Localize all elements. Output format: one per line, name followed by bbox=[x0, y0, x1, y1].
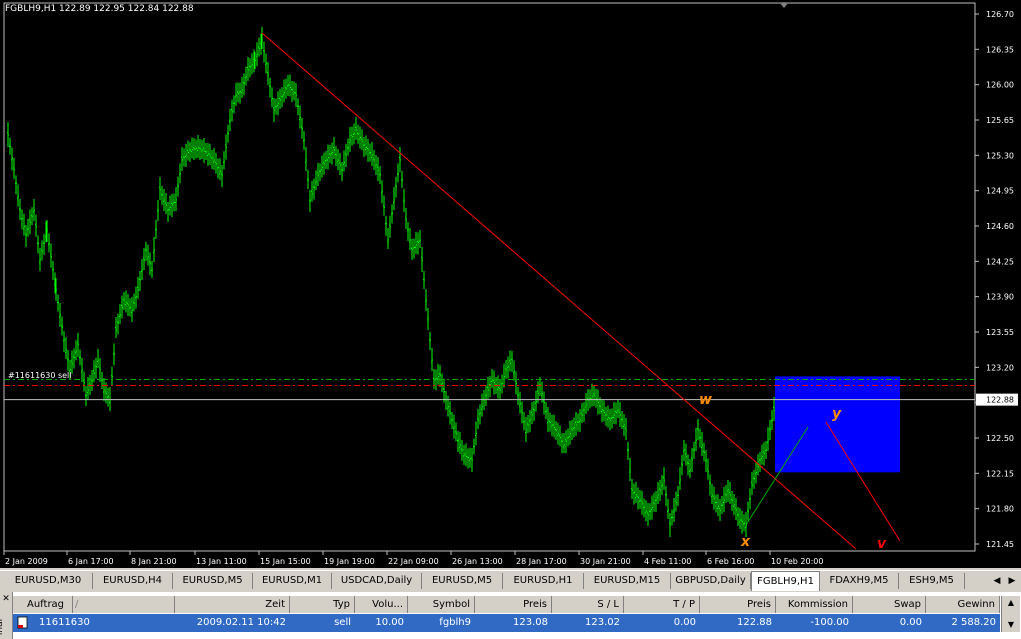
terminal-panel: ✕ inal Auftrag / Zeit Typ Volu... Symbol Preis… bbox=[0, 592, 1021, 639]
order-stop-loss: 123.02 bbox=[585, 617, 620, 628]
order-symbol: fgblh9 bbox=[439, 617, 471, 628]
time-tick-label: 19 Jan 19:00 bbox=[324, 557, 375, 566]
table-row[interactable]: 11611630 2009.02.11 10:42 sell 10.00 fgb… bbox=[13, 614, 1000, 632]
scroll-down-icon[interactable]: ▼ bbox=[1002, 618, 1020, 632]
order-label: #11611630 sell bbox=[8, 371, 72, 380]
order-take-profit: 0.00 bbox=[673, 617, 696, 628]
time-tick-label: 10 Feb 20:00 bbox=[771, 557, 823, 566]
wave-label: x bbox=[740, 534, 751, 550]
time-tick-label: 6 Jan 17:00 bbox=[68, 557, 114, 566]
order-swap: 0.00 bbox=[899, 617, 922, 628]
shift-marker-icon bbox=[780, 3, 788, 8]
trade-table-header: Auftrag / Zeit Typ Volu... Symbol Preis S / LT … bbox=[13, 596, 1000, 613]
order-icon bbox=[13, 614, 33, 632]
tab-eurusd-h4[interactable]: EURUSD,H4 bbox=[93, 573, 173, 589]
tab-fgblh9-h1[interactable]: FGBLH9,H1 bbox=[751, 571, 820, 591]
tab-eurusd-h1[interactable]: EURUSD,H1 bbox=[503, 573, 584, 589]
sell-zone-rect bbox=[775, 376, 900, 473]
order-open-price: 123.08 bbox=[513, 617, 548, 628]
tab-eurusd-m5[interactable]: EURUSD,M5 bbox=[422, 573, 503, 589]
tab-eurusd-m1[interactable]: EURUSD,M1 bbox=[253, 573, 332, 589]
price-tick-label: 122.15 bbox=[986, 469, 1014, 478]
price-tick-label: 124.25 bbox=[986, 257, 1014, 266]
column-header-5[interactable]: Symbol bbox=[408, 596, 475, 613]
terminal-scrollbar[interactable]: ▲ ▼ bbox=[1001, 596, 1020, 632]
price-tick-label: 123.20 bbox=[986, 363, 1014, 372]
order-commission: -100.00 bbox=[810, 617, 849, 628]
order-profit: 2 588.20 bbox=[951, 617, 996, 628]
tab-eurusd-m30[interactable]: EURUSD,M30 bbox=[4, 573, 93, 589]
column-header-10[interactable]: Kommission bbox=[776, 596, 853, 613]
column-header-11[interactable]: Swap bbox=[853, 596, 926, 613]
price-tick-label: 123.55 bbox=[986, 328, 1014, 337]
chart-symbol-header: FGBLH9,H1 122.89 122.95 122.84 122.88 bbox=[5, 4, 194, 14]
price-tick-label: 126.35 bbox=[986, 45, 1014, 54]
order-time: 2009.02.11 10:42 bbox=[196, 617, 286, 628]
price-tick-label: 126.00 bbox=[986, 81, 1014, 90]
wave-label: y bbox=[832, 406, 842, 422]
chart-tabs-bar: EURUSD,M30 EURUSD,H4 EURUSD,M5 EURUSD,M1 USD… bbox=[0, 570, 1021, 591]
time-tick-label: 30 Jan 21:00 bbox=[580, 557, 631, 566]
price-tick-label: 121.45 bbox=[986, 540, 1014, 549]
price-tick-label: 122.50 bbox=[986, 434, 1014, 443]
tab-gbpusd-daily[interactable]: GBPUSD,Daily bbox=[671, 573, 751, 589]
scroll-up-icon[interactable]: ▲ bbox=[1002, 596, 1020, 610]
column-header-4[interactable]: Volu... bbox=[355, 596, 408, 613]
column-header-0[interactable]: Auftrag bbox=[13, 596, 73, 613]
tabs-scroll-right-icon[interactable]: ▶ bbox=[1005, 573, 1019, 589]
column-header-9[interactable]: Preis bbox=[700, 596, 776, 613]
order-id: 11611630 bbox=[39, 617, 90, 628]
time-tick-label: 28 Jan 17:00 bbox=[516, 557, 567, 566]
price-tick-label: 121.80 bbox=[986, 505, 1014, 514]
time-tick-label: 13 Jan 11:00 bbox=[196, 557, 247, 566]
column-header-3[interactable]: Typ bbox=[290, 596, 355, 613]
price-tick-label: 126.70 bbox=[986, 10, 1014, 19]
time-tick-label: 2 Jan 2009 bbox=[5, 557, 48, 566]
column-header-7[interactable]: S / L bbox=[552, 596, 624, 613]
time-tick-label: 26 Jan 13:00 bbox=[452, 557, 503, 566]
order-type: sell bbox=[334, 617, 351, 628]
current-price-label: 122.88 bbox=[986, 396, 1014, 405]
price-tick-label: 124.95 bbox=[986, 187, 1014, 196]
tab-eurusd-m5[interactable]: EURUSD,M5 bbox=[173, 573, 253, 589]
time-tick-label: 15 Jan 15:00 bbox=[260, 557, 311, 566]
order-volume: 10.00 bbox=[375, 617, 404, 628]
column-header-12[interactable]: Gewinn bbox=[926, 596, 1000, 613]
price-tick-label: 125.30 bbox=[986, 151, 1014, 160]
column-header-6[interactable]: Preis bbox=[475, 596, 552, 613]
column-header-2[interactable]: Zeit bbox=[175, 596, 290, 613]
time-tick-label: 22 Jan 09:00 bbox=[388, 557, 439, 566]
order-current-price: 122.88 bbox=[737, 617, 772, 628]
wave-label: v bbox=[877, 536, 887, 552]
close-icon[interactable]: ✕ bbox=[1, 594, 11, 604]
tab-eurusd-m15[interactable]: EURUSD,M15 bbox=[584, 573, 671, 589]
price-chart[interactable]: #11611630 sell w x y v 126.70 126.35 126.00 125.… bbox=[0, 0, 1021, 568]
trend-line-main bbox=[261, 32, 857, 550]
tabs-scroll-left-icon[interactable]: ◀ bbox=[990, 573, 1004, 589]
time-tick-label: 6 Feb 16:00 bbox=[707, 557, 754, 566]
terminal-side-label: ✕ inal bbox=[0, 592, 13, 639]
time-tick-label: 4 Feb 11:00 bbox=[644, 557, 691, 566]
tab-fdaxh9-m5[interactable]: FDAXH9,M5 bbox=[820, 573, 899, 589]
terminal-side-label-text: inal bbox=[0, 618, 6, 636]
column-header-1[interactable]: / bbox=[73, 596, 175, 613]
time-tick-label: 8 Jan 21:00 bbox=[131, 557, 177, 566]
price-tick-label: 123.90 bbox=[986, 293, 1014, 302]
tab-esh9-m5[interactable]: ESH9,M5 bbox=[899, 573, 965, 589]
column-header-8[interactable]: T / P bbox=[624, 596, 700, 613]
tab-usdcad-daily[interactable]: USDCAD,Daily bbox=[332, 573, 422, 589]
price-tick-label: 125.65 bbox=[986, 116, 1014, 125]
wave-label: w bbox=[699, 392, 712, 408]
price-tick-label: 124.60 bbox=[986, 222, 1014, 231]
chart-window[interactable]: #11611630 sell w x y v 126.70 126.35 126.00 125.… bbox=[0, 0, 1021, 568]
